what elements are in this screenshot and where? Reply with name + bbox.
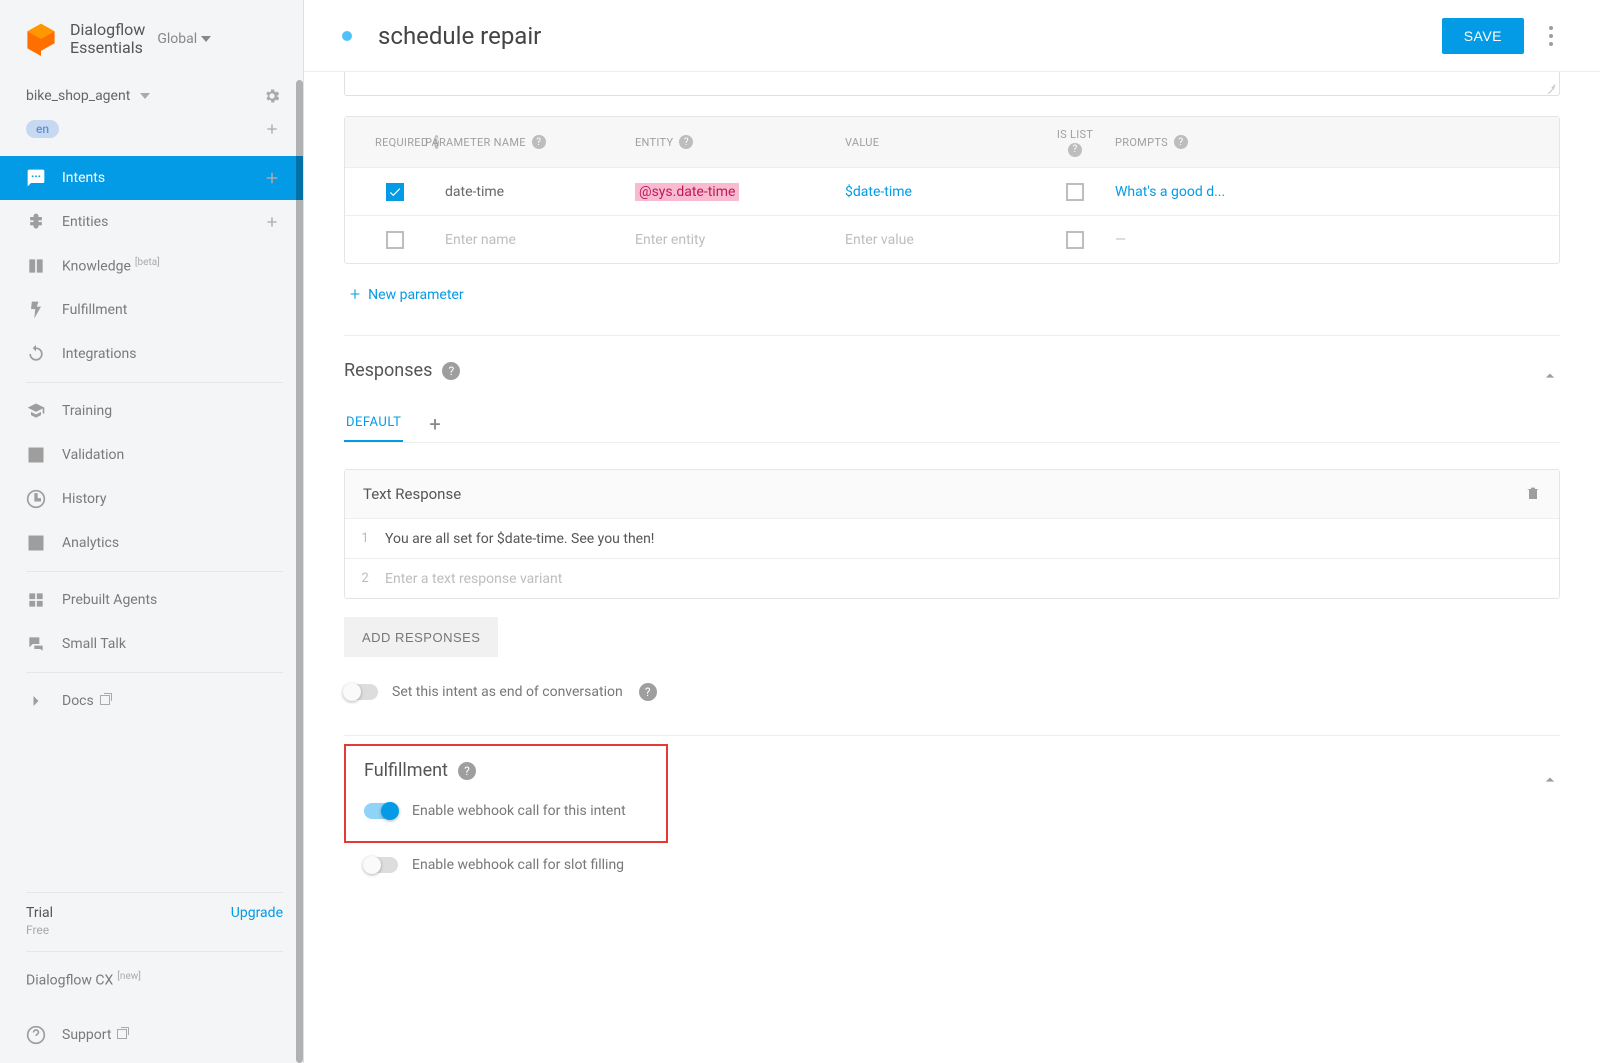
training-phrases-box[interactable]: [344, 72, 1560, 96]
caret-down-icon: [140, 93, 150, 99]
training-icon: [26, 401, 46, 421]
sidebar-item-analytics[interactable]: Analytics: [0, 521, 303, 565]
history-icon: [26, 489, 46, 509]
help-icon[interactable]: ?: [679, 135, 693, 149]
add-response-tab[interactable]: +: [423, 406, 446, 442]
collapse-toggle[interactable]: [1540, 770, 1560, 790]
scope-selector[interactable]: Global: [157, 31, 211, 47]
response-tab-default[interactable]: DEFAULT: [344, 405, 403, 442]
chevron-right-icon: [26, 691, 46, 711]
response-row[interactable]: 2 Enter a text response variant: [345, 558, 1559, 598]
help-icon[interactable]: ?: [1068, 143, 1082, 157]
sidebar-item-knowledge[interactable]: Knowledge[beta]: [0, 244, 303, 288]
sidebar-item-prebuilt[interactable]: Prebuilt Agents: [0, 578, 303, 622]
status-dot: [342, 31, 352, 41]
end-of-conversation-toggle[interactable]: [344, 684, 378, 700]
sidebar-item-docs[interactable]: Docs: [0, 679, 303, 723]
prebuilt-icon: [26, 590, 46, 610]
islist-checkbox[interactable]: [1066, 183, 1084, 201]
add-intent-button[interactable]: [261, 167, 283, 189]
enable-webhook-intent-toggle[interactable]: [364, 803, 398, 819]
help-icon[interactable]: ?: [458, 762, 476, 780]
dialogflow-cx-link[interactable]: Dialogflow CX[new]: [26, 951, 283, 1007]
brand-row: Dialogflow Essentials Global: [0, 0, 303, 78]
help-icon[interactable]: ?: [1174, 135, 1188, 149]
agent-settings-button[interactable]: [261, 85, 283, 107]
help-icon[interactable]: ?: [442, 362, 460, 380]
param-row-empty[interactable]: Enter name Enter entity Enter value —: [345, 215, 1559, 263]
sidebar-item-history[interactable]: History: [0, 477, 303, 521]
caret-down-icon: [201, 36, 211, 42]
fulfillment-icon: [26, 300, 46, 320]
dialogflow-logo-icon: [24, 22, 58, 56]
add-language-button[interactable]: [261, 118, 283, 140]
add-responses-button[interactable]: ADD RESPONSES: [344, 617, 498, 657]
support-icon: [26, 1025, 46, 1045]
brand-line2: Essentials: [70, 39, 145, 57]
knowledge-icon: [26, 256, 46, 276]
new-parameter-button[interactable]: +New parameter: [344, 284, 1560, 305]
trial-row: Trial Free Upgrade: [26, 892, 283, 951]
required-checkbox[interactable]: [386, 231, 404, 249]
agent-selector[interactable]: bike_shop_agent: [26, 88, 150, 104]
sidebar-scrollbar[interactable]: [296, 80, 303, 1063]
required-checkbox[interactable]: [386, 183, 404, 201]
sidebar-item-smalltalk[interactable]: Small Talk: [0, 622, 303, 666]
upgrade-link[interactable]: Upgrade: [231, 905, 283, 921]
intents-icon: [26, 168, 46, 188]
param-row[interactable]: date-time @sys.date-time $date-time What…: [345, 167, 1559, 215]
topbar: schedule repair SAVE: [304, 0, 1600, 72]
validation-icon: [26, 445, 46, 465]
islist-checkbox[interactable]: [1066, 231, 1084, 249]
sidebar-item-intents[interactable]: Intents: [0, 156, 303, 200]
more-menu-button[interactable]: [1542, 19, 1560, 53]
smalltalk-icon: [26, 634, 46, 654]
sidebar: Dialogflow Essentials Global bike_shop_a…: [0, 0, 304, 1063]
sidebar-item-entities[interactable]: Entities: [0, 200, 303, 244]
fulfillment-highlight: Fulfillment ? Enable webhook call for th…: [344, 744, 668, 843]
save-button[interactable]: SAVE: [1442, 18, 1524, 54]
enable-webhook-slot-toggle[interactable]: [364, 857, 398, 873]
collapse-toggle[interactable]: [1540, 366, 1560, 386]
add-entity-button[interactable]: [261, 211, 283, 233]
help-icon[interactable]: ?: [639, 683, 657, 701]
main: schedule repair SAVE REQUIRED? PARAMETER…: [304, 0, 1600, 1063]
response-row[interactable]: 1 You are all set for $date-time. See yo…: [345, 518, 1559, 558]
support-link[interactable]: Support: [26, 1007, 283, 1063]
resize-handle[interactable]: [1544, 80, 1556, 92]
brand-line1: Dialogflow: [70, 21, 145, 39]
intent-title[interactable]: schedule repair: [378, 22, 1442, 50]
analytics-icon: [26, 533, 46, 553]
help-icon[interactable]: ?: [532, 135, 546, 149]
entity-tag[interactable]: @sys.date-time: [635, 183, 739, 201]
responses-section: Responses ? DEFAULT + Text Response 1 Yo…: [344, 335, 1560, 701]
parameters-table: REQUIRED? PARAMETER NAME? ENTITY? VALUE …: [344, 116, 1560, 264]
sidebar-item-integrations[interactable]: Integrations: [0, 332, 303, 376]
integrations-icon: [26, 344, 46, 364]
delete-response-button[interactable]: [1525, 485, 1541, 503]
external-link-icon: [117, 1029, 127, 1039]
external-link-icon: [100, 695, 110, 705]
language-pill[interactable]: en: [26, 120, 59, 138]
text-response-card: Text Response 1 You are all set for $dat…: [344, 469, 1560, 599]
sidebar-item-training[interactable]: Training: [0, 389, 303, 433]
sidebar-item-fulfillment[interactable]: Fulfillment: [0, 288, 303, 332]
entities-icon: [26, 212, 46, 232]
sidebar-item-validation[interactable]: Validation: [0, 433, 303, 477]
